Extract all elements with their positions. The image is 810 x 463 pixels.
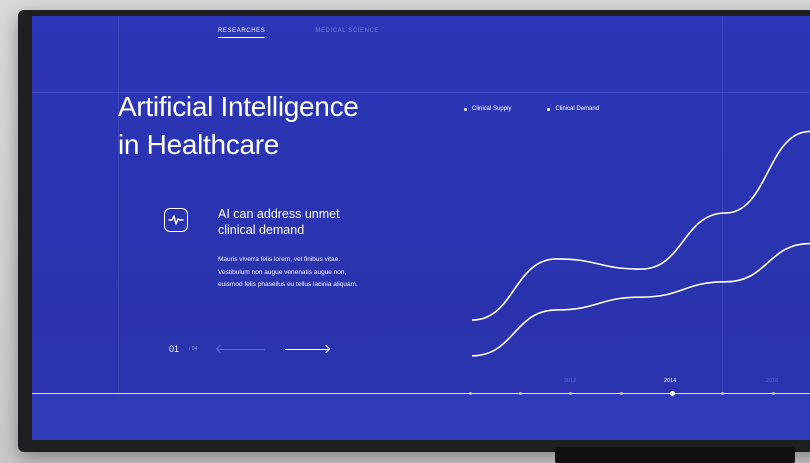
timeline-tick (569, 392, 572, 395)
screen: RESEARCHES MEDICAL SCIENCE Artificial In… (32, 16, 810, 440)
timeline-year[interactable]: 2016 (766, 378, 778, 384)
timeline-axis (32, 393, 810, 394)
timeline-tick-active[interactable] (670, 391, 675, 396)
line-chart (471, 130, 810, 357)
timeline-tick (469, 392, 472, 395)
timeline-year-selected[interactable]: 2014 (664, 378, 676, 384)
monitor-stand (555, 447, 795, 463)
timeline-band (32, 394, 810, 440)
timeline-tick (519, 392, 522, 395)
timeline-tick (721, 392, 724, 395)
series-line-1 (471, 242, 810, 357)
timeline-tick (772, 392, 775, 395)
timeline-year[interactable]: 2012 (564, 378, 576, 384)
timeline-tick (620, 392, 623, 395)
series-line-0 (471, 130, 810, 321)
